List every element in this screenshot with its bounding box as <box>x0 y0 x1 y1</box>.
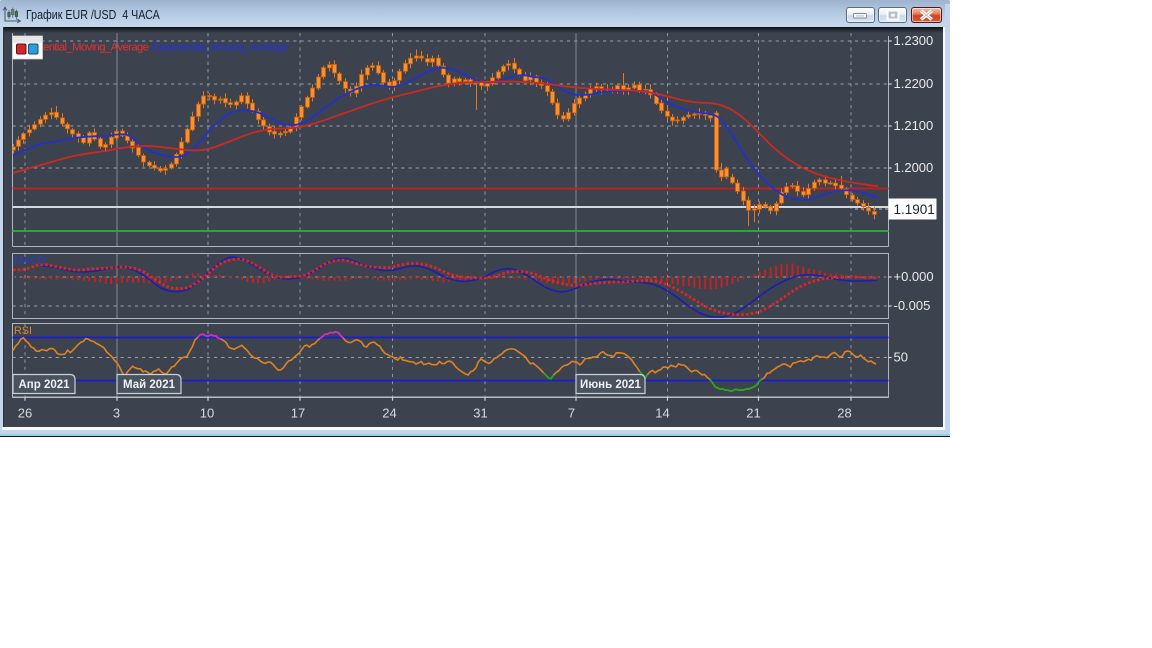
svg-text:26: 26 <box>18 406 32 421</box>
svg-text:MACD: MACD <box>14 255 46 267</box>
svg-text:24: 24 <box>382 406 396 421</box>
svg-text:1.2300: 1.2300 <box>894 33 934 48</box>
svg-text:21: 21 <box>746 406 760 421</box>
svg-text:Апр 2021: Апр 2021 <box>18 379 70 391</box>
svg-text:RSI: RSI <box>14 325 32 337</box>
svg-text:17: 17 <box>291 406 305 421</box>
svg-text:Май 2021: Май 2021 <box>123 379 176 391</box>
svg-text:14: 14 <box>655 406 669 421</box>
svg-text:10: 10 <box>200 406 214 421</box>
svg-text:7: 7 <box>568 406 575 421</box>
svg-text:Июнь 2021: Июнь 2021 <box>580 379 641 391</box>
svg-text:50: 50 <box>894 350 908 365</box>
svg-text:1.1901: 1.1901 <box>894 202 935 217</box>
svg-text:28: 28 <box>837 406 851 421</box>
svg-text:1.2100: 1.2100 <box>894 118 934 133</box>
svg-text:1.2200: 1.2200 <box>894 76 934 91</box>
svg-text:3: 3 <box>113 406 120 421</box>
svg-text:1.2000: 1.2000 <box>894 160 934 175</box>
svg-text:-0.005: -0.005 <box>894 298 931 313</box>
svg-text:31: 31 <box>473 406 487 421</box>
svg-text:ential_Moving_Average: ential_Moving_Average <box>43 42 149 54</box>
svg-text:+0.000: +0.000 <box>894 269 934 284</box>
svg-text:Exponential_Moving_Average: Exponential_Moving_Average <box>152 42 288 54</box>
